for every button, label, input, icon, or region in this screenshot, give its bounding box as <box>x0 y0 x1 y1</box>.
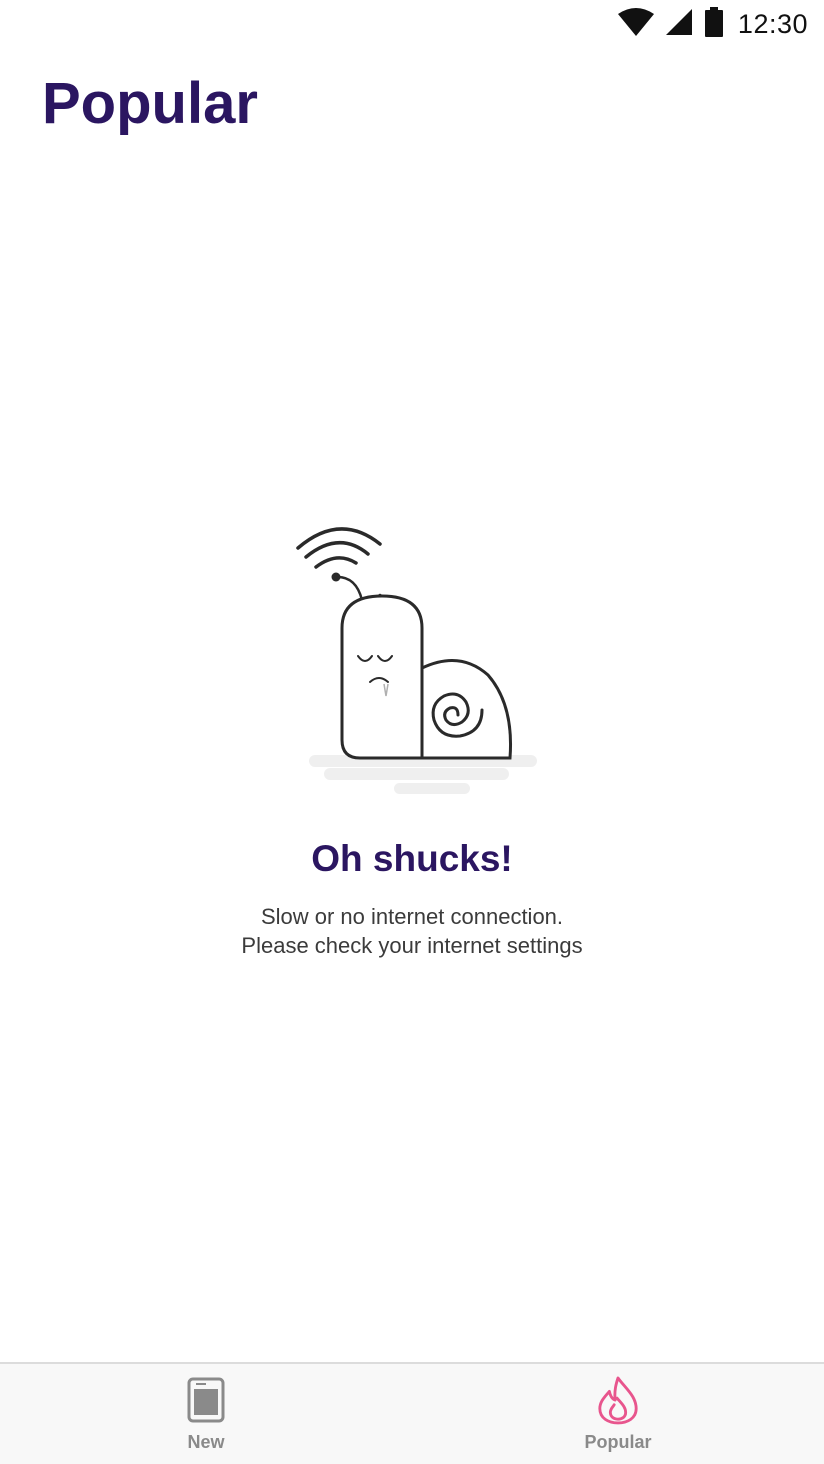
app-screen: 12:30 Popular Oh shucks! Slow or no inte… <box>0 0 824 1464</box>
bottom-navigation: New Popular <box>0 1362 824 1464</box>
tab-new[interactable]: New <box>0 1364 412 1464</box>
empty-state-message: Slow or no internet connection. Please c… <box>241 902 582 960</box>
tablet-icon <box>184 1374 228 1426</box>
battery-icon <box>704 6 724 42</box>
cellular-signal-icon <box>664 7 694 42</box>
status-icons: 12:30 <box>617 6 808 42</box>
empty-state-message-line2: Please check your internet settings <box>241 933 583 958</box>
empty-state: Oh shucks! Slow or no internet connectio… <box>0 510 824 960</box>
snail-no-connection-illustration <box>296 527 537 794</box>
tab-new-label: New <box>187 1432 225 1452</box>
wifi-icon <box>617 7 654 41</box>
page-title: Popular <box>42 71 258 136</box>
tab-popular-label: Popular <box>584 1432 652 1452</box>
empty-state-title: Oh shucks! <box>311 838 513 879</box>
empty-state-message-line1: Slow or no internet connection. <box>260 904 564 929</box>
flame-icon <box>596 1374 640 1426</box>
status-bar: 12:30 <box>0 0 824 48</box>
status-time: 12:30 <box>737 8 808 39</box>
tab-popular[interactable]: Popular <box>412 1364 824 1464</box>
